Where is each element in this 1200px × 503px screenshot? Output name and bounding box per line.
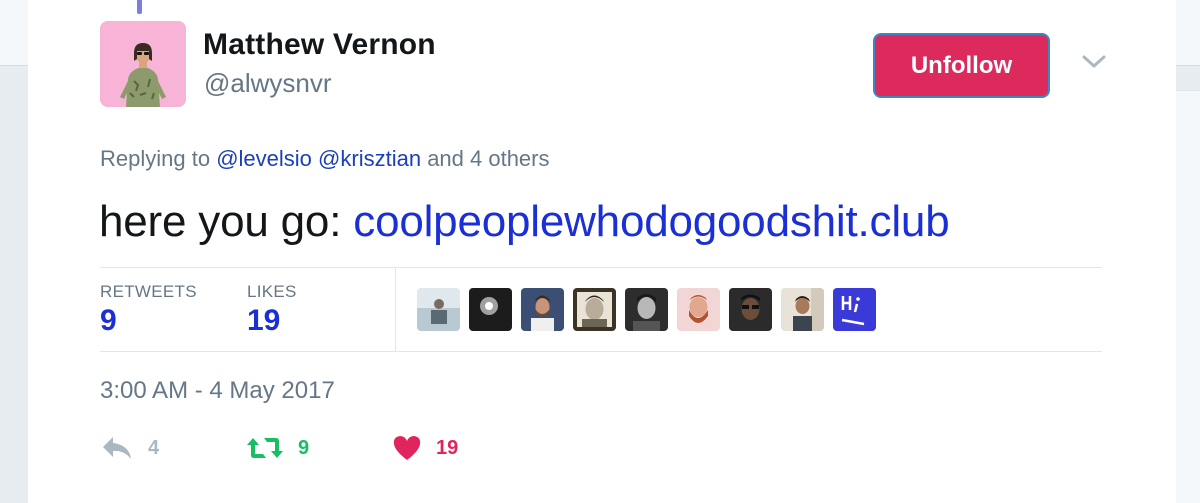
author-avatar-image xyxy=(100,21,186,107)
replying-others[interactable]: and 4 others xyxy=(427,146,549,171)
background-card-edge xyxy=(1176,90,1200,503)
replying-to-line: Replying to @levelsio @krisztian and 4 o… xyxy=(100,146,550,172)
mention-link[interactable]: @krisztian xyxy=(318,146,421,171)
reply-count: 4 xyxy=(148,436,160,459)
tweet-text-prefix: here you go: xyxy=(99,197,342,246)
author-name[interactable]: Matthew Vernon xyxy=(203,28,436,62)
author-avatar[interactable] xyxy=(100,21,186,107)
tweet-text: here you go: coolpeoplewhodogoodshit.clu… xyxy=(99,197,950,247)
background-header-right xyxy=(1176,0,1200,66)
replying-prefix: Replying to xyxy=(100,146,211,171)
likes-label: LIKES xyxy=(247,282,297,301)
liker-avatar[interactable] xyxy=(781,288,824,331)
divider xyxy=(100,267,1102,268)
mention-link[interactable]: @levelsio xyxy=(216,146,312,171)
thread-connector xyxy=(137,0,142,14)
retweet-count: 9 xyxy=(298,436,310,459)
liker-avatar[interactable] xyxy=(417,288,460,331)
liker-avatar[interactable] xyxy=(573,288,616,331)
background-left xyxy=(0,0,28,503)
like-action[interactable]: 19 xyxy=(392,434,458,462)
tweet-timestamp[interactable]: 3:00 AM - 4 May 2017 xyxy=(100,377,335,405)
reply-action[interactable]: 4 xyxy=(100,434,159,462)
retweet-action[interactable]: 9 xyxy=(246,434,309,462)
liker-avatar[interactable] xyxy=(677,288,720,331)
liker-avatar[interactable] xyxy=(729,288,772,331)
liker-avatar[interactable] xyxy=(521,288,564,331)
liker-avatar[interactable] xyxy=(469,288,512,331)
background-header-left xyxy=(0,0,28,66)
liker-avatar[interactable] xyxy=(833,288,876,331)
likers-avatars xyxy=(417,288,876,331)
stats-divider xyxy=(395,268,396,351)
retweets-label: RETWEETS xyxy=(100,282,197,301)
reply-icon xyxy=(103,437,131,459)
retweets-count[interactable]: 9 xyxy=(100,304,117,338)
likes-count[interactable]: 19 xyxy=(247,304,280,338)
retweet-icon xyxy=(247,438,283,458)
unfollow-button[interactable]: Unfollow xyxy=(873,33,1050,98)
tweet-link[interactable]: coolpeoplewhodogoodshit.club xyxy=(353,197,949,246)
like-count: 19 xyxy=(436,436,459,459)
tweet-card: Matthew Vernon @alwysnvr Unfollow Replyi… xyxy=(28,0,1176,503)
liker-avatar[interactable] xyxy=(625,288,668,331)
chevron-down-icon[interactable] xyxy=(1080,52,1108,72)
author-handle[interactable]: @alwysnvr xyxy=(204,68,332,99)
divider xyxy=(100,351,1102,352)
heart-icon xyxy=(393,436,421,460)
